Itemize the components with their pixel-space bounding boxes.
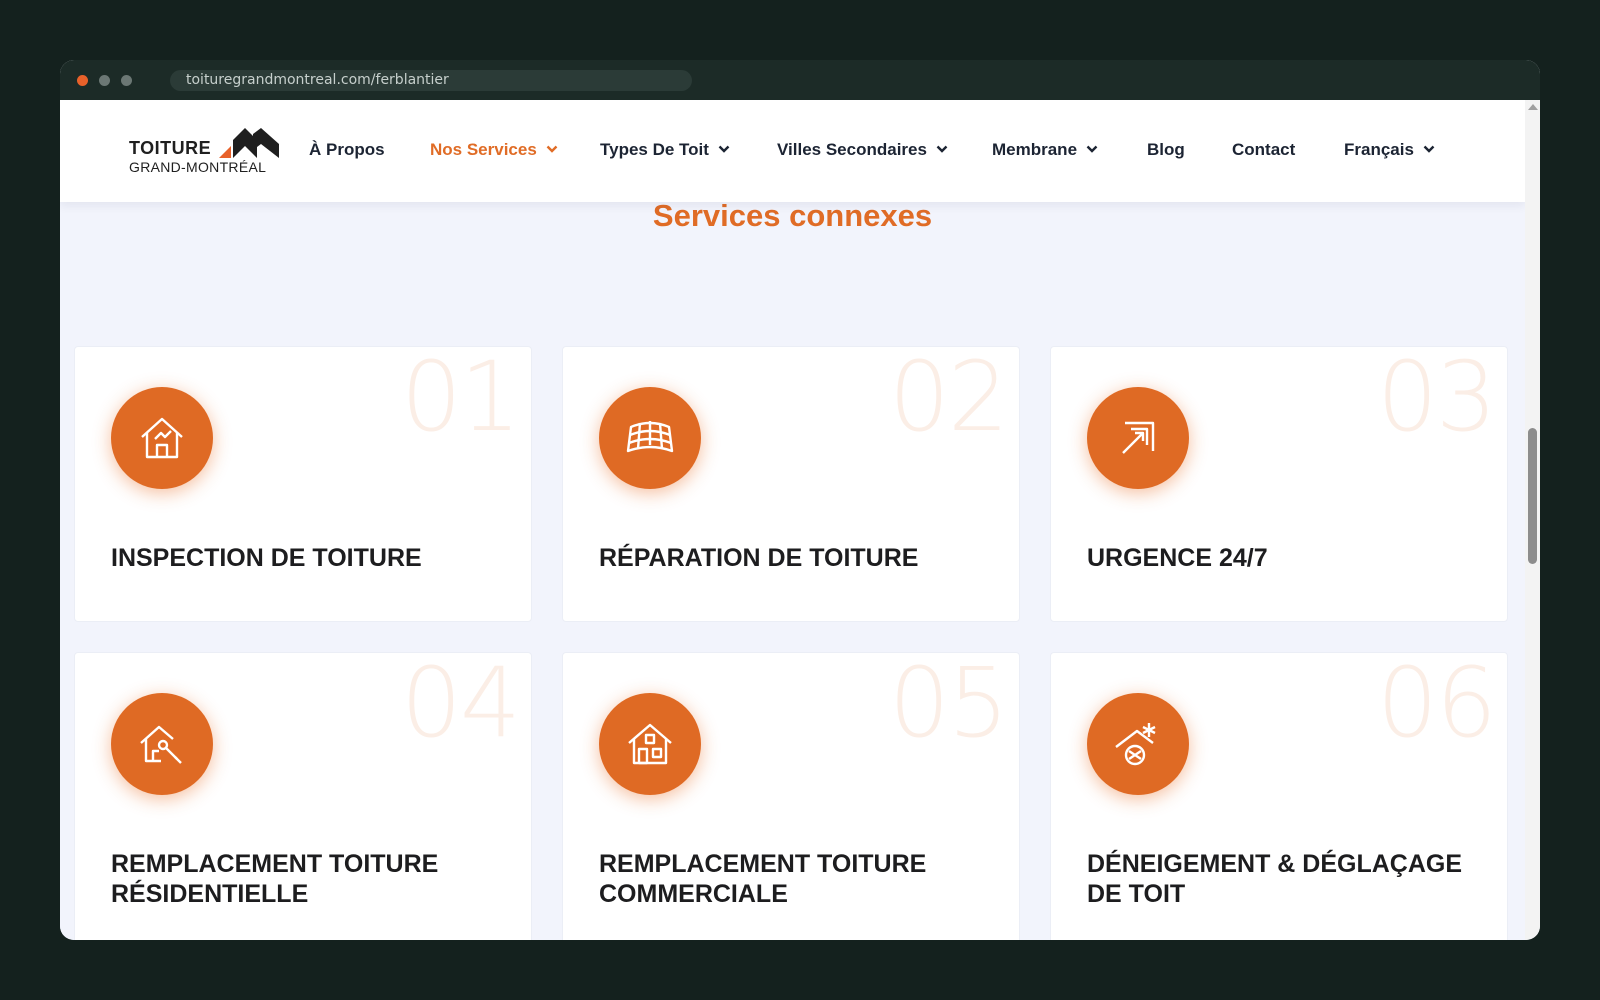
nav-item-language[interactable]: Français xyxy=(1344,140,1435,160)
card-number: 01 xyxy=(400,346,521,453)
house-inspection-icon xyxy=(111,387,213,489)
browser-titlebar: toituregrandmontreal.com/ferblantier xyxy=(60,60,1540,100)
house-wrench-icon xyxy=(111,693,213,795)
nav-item-types-de-toit[interactable]: Types De Toit xyxy=(600,140,730,160)
service-card-urgence[interactable]: 03 URGENCE 24/7 xyxy=(1050,346,1508,622)
chevron-down-icon xyxy=(546,145,557,153)
card-title: DÉNEIGEMENT & DÉGLAÇAGE DE TOIT xyxy=(1087,850,1463,908)
close-window-button[interactable] xyxy=(77,75,88,86)
nav-item-contact[interactable]: Contact xyxy=(1232,140,1295,160)
nav-item-a-propos[interactable]: À Propos xyxy=(309,140,385,160)
nav-item-nos-services[interactable]: Nos Services xyxy=(430,140,558,160)
card-number: 02 xyxy=(888,346,1009,453)
scrollbar-thumb[interactable] xyxy=(1528,428,1537,564)
site-logo[interactable]: TOITURE GRAND-MONTRÉAL xyxy=(129,128,279,176)
nav-item-blog[interactable]: Blog xyxy=(1147,140,1185,160)
site-header: TOITURE GRAND-MONTRÉAL À Propos Nos Serv… xyxy=(60,100,1525,202)
card-title: INSPECTION DE TOITURE xyxy=(111,544,422,572)
snow-roof-icon xyxy=(1087,693,1189,795)
minimize-window-button[interactable] xyxy=(99,75,110,86)
nav-label: À Propos xyxy=(309,140,385,159)
chevron-down-icon xyxy=(1086,145,1098,153)
section-title: Services connexes xyxy=(652,198,933,233)
nav-item-membrane[interactable]: Membrane xyxy=(992,140,1098,160)
service-card-reparation[interactable]: 02 RÉPARATION DE TOITURE xyxy=(562,346,1020,622)
nav-label: Membrane xyxy=(992,140,1078,159)
maximize-window-button[interactable] xyxy=(121,75,132,86)
page-scrollbar[interactable] xyxy=(1525,100,1540,940)
chevron-down-icon xyxy=(1423,145,1435,153)
service-card-commerciale[interactable]: 05 REMPLACEMENT TOITURE COMMERCIALE xyxy=(562,652,1020,940)
page-viewport: TOITURE GRAND-MONTRÉAL À Propos Nos Serv… xyxy=(60,100,1525,940)
nav-label: Contact xyxy=(1232,140,1296,159)
scroll-up-icon[interactable] xyxy=(1528,104,1538,110)
card-number: 06 xyxy=(1376,652,1497,759)
nav-label: Français xyxy=(1344,140,1414,159)
roof-tiles-icon xyxy=(599,387,701,489)
card-title: RÉPARATION DE TOITURE xyxy=(599,544,919,572)
nav-label: Blog xyxy=(1147,140,1185,159)
logo-word: TOITURE xyxy=(129,138,212,158)
card-number: 05 xyxy=(888,652,1009,759)
nav-label: Villes Secondaires xyxy=(777,140,927,159)
nav-label: Types De Toit xyxy=(600,140,709,159)
card-number: 04 xyxy=(400,652,521,759)
service-card-deneigement[interactable]: 06 DÉNEIGEMENT & DÉGLAÇAGE DE TOIT xyxy=(1050,652,1508,940)
address-bar[interactable]: toituregrandmontreal.com/ferblantier xyxy=(170,70,692,91)
nav-item-villes-secondaires[interactable]: Villes Secondaires xyxy=(777,140,948,160)
nav-label: Nos Services xyxy=(430,140,537,159)
chevron-down-icon xyxy=(936,145,948,153)
card-number: 03 xyxy=(1376,346,1497,453)
chevron-down-icon xyxy=(718,145,730,153)
arrow-corner-icon xyxy=(1087,387,1189,489)
roof-logo-icon xyxy=(219,128,279,158)
service-card-residentielle[interactable]: 04 REMPLACEMENT TOITURE RÉSIDENTIELLE xyxy=(74,652,532,940)
browser-window: toituregrandmontreal.com/ferblantier TOI… xyxy=(60,60,1540,940)
service-card-inspection[interactable]: 01 INSPECTION DE TOITURE xyxy=(74,346,532,622)
card-title: REMPLACEMENT TOITURE RÉSIDENTIELLE xyxy=(111,850,439,908)
building-icon xyxy=(599,693,701,795)
card-title: URGENCE 24/7 xyxy=(1087,544,1268,572)
card-title: REMPLACEMENT TOITURE COMMERCIALE xyxy=(599,850,927,908)
